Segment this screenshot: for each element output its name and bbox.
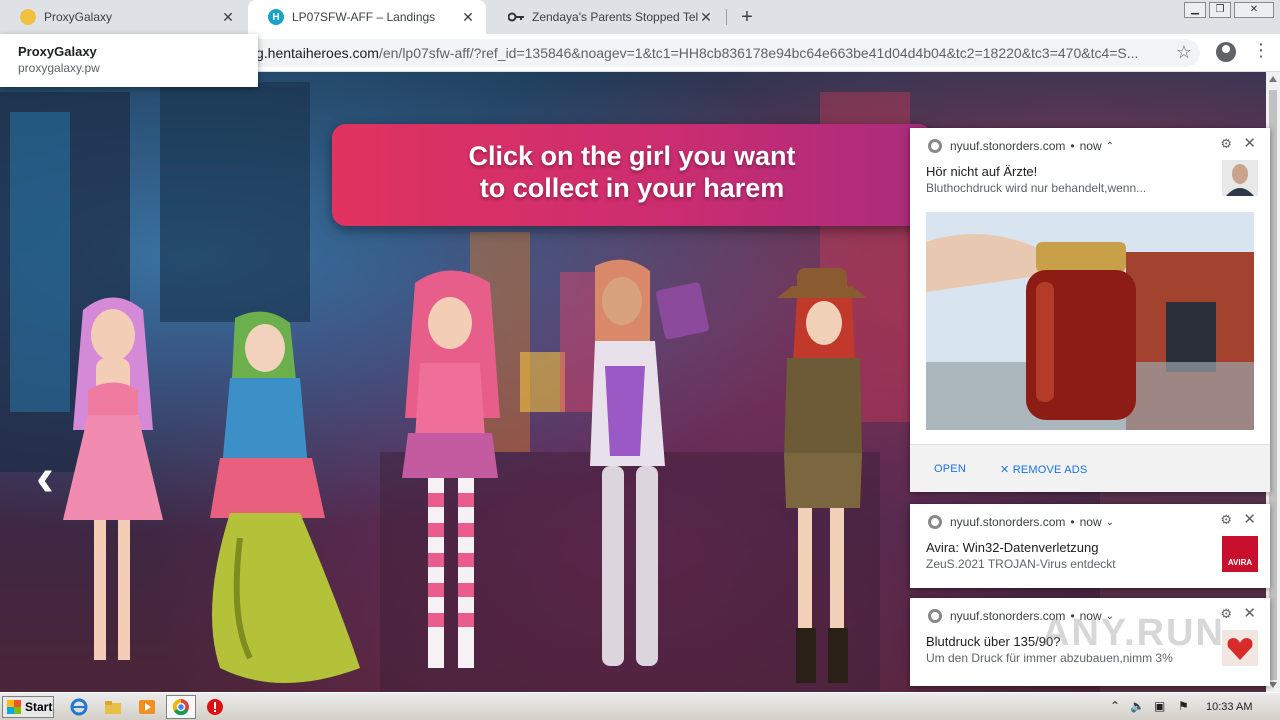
separator-dot: •	[1070, 515, 1075, 529]
taskbar-chrome-button[interactable]	[166, 695, 196, 719]
character-bodysuit-book[interactable]	[570, 256, 720, 686]
chrome-icon	[928, 515, 942, 529]
notification-actions: OPEN ✕ REMOVE ADS	[910, 444, 1270, 492]
tab-separator	[726, 9, 727, 25]
windows-logo-icon	[7, 700, 21, 714]
new-tab-button[interactable]: +	[736, 6, 758, 28]
previous-arrow-icon[interactable]: ‹	[36, 446, 54, 508]
chrome-icon	[172, 698, 189, 716]
chrome-icon	[928, 139, 942, 153]
screen: ProxyGalaxy ✕ H LP07SFW-AFF – Landings ✕…	[0, 0, 1280, 720]
notification-message: Bluthochdruck wird nur behandelt,wenn...	[926, 181, 1147, 195]
ie-icon[interactable]	[70, 698, 88, 716]
scrollbar-thumb[interactable]	[1269, 90, 1277, 680]
instruction-banner: Click on the girl you want to collect in…	[332, 124, 932, 226]
notification-avira[interactable]: nyuuf.stonorders.com • now ⌄ ⚙ ✕ Avira: …	[910, 504, 1270, 588]
separator-dot: •	[1070, 139, 1075, 153]
flag-icon[interactable]: ⚑	[1178, 699, 1189, 713]
tab-landings[interactable]: H LP07SFW-AFF – Landings ✕	[248, 0, 486, 34]
close-icon[interactable]: ✕	[1243, 604, 1256, 622]
notification-header: nyuuf.stonorders.com • now ⌃	[928, 139, 1114, 153]
system-clock[interactable]: 10:33 AM	[1206, 701, 1252, 713]
tab-title: LP07SFW-AFF – Landings	[292, 10, 436, 24]
address-bar[interactable]: g.hentaiheroes.com/en/lp07sfw-aff/?ref_i…	[230, 39, 1200, 67]
notification-arzte[interactable]: nyuuf.stonorders.com • now ⌃ ⚙ ✕ Hör nic…	[910, 128, 1270, 492]
window-close-button[interactable]: ✕	[1234, 2, 1274, 18]
url-domain: g.hentaiheroes.com	[256, 45, 379, 61]
menu-dots-icon[interactable]: ⋮	[1252, 40, 1270, 61]
notification-message: ZeuS.2021 TROJAN-Virus entdeckt	[926, 557, 1116, 571]
close-icon[interactable]: ✕	[220, 9, 236, 25]
notification-header: nyuuf.stonorders.com • now ⌄	[928, 515, 1114, 529]
tray-expand-icon[interactable]: ⌃	[1110, 699, 1120, 713]
banner-line-1: Click on the girl you want	[468, 141, 796, 171]
maximize-button[interactable]: ❐	[1209, 2, 1231, 18]
tab-proxygalaxy[interactable]: ProxyGalaxy ✕	[0, 0, 246, 34]
chrome-icon	[928, 609, 942, 623]
notification-time: now	[1079, 515, 1102, 529]
galaxy-icon	[20, 9, 36, 25]
bookmark-star-icon[interactable]: ☆	[1176, 42, 1192, 63]
avira-logo-text: AVIRA	[1227, 558, 1253, 567]
network-icon[interactable]: ▣	[1154, 699, 1165, 713]
close-icon[interactable]: ✕	[1243, 510, 1256, 528]
character-striped-stockings[interactable]	[380, 268, 520, 688]
character-pink-dress[interactable]	[58, 290, 168, 680]
watermark-logo: ANY.RUN	[1042, 612, 1225, 654]
notification-title: Blutdruck über 135/90?	[926, 634, 1061, 649]
close-icon[interactable]: ✕	[1243, 134, 1256, 152]
gear-icon[interactable]: ⚙	[1220, 136, 1232, 152]
tab-title: ProxyGalaxy	[44, 10, 113, 24]
stop-icon[interactable]	[206, 698, 224, 716]
start-label: Start	[25, 700, 53, 714]
notification-source: nyuuf.stonorders.com	[950, 515, 1066, 529]
avira-logo-icon: AVIRA	[1222, 536, 1258, 572]
scroll-up-icon[interactable]	[1269, 76, 1277, 82]
h-logo-icon: H	[268, 9, 284, 25]
remove-ads-button[interactable]: ✕ REMOVE ADS	[1000, 463, 1087, 476]
taskbar: Start ⌃ 🔈 ▣ ⚑ 10:33 AM	[0, 692, 1280, 720]
volume-icon[interactable]: 🔈	[1130, 699, 1145, 713]
notification-title: Avira: Win32-Datenverletzung	[926, 540, 1099, 555]
gear-icon[interactable]: ⚙	[1220, 512, 1232, 528]
banner-line-2: to collect in your harem	[479, 173, 785, 203]
url-text: g.hentaiheroes.com/en/lp07sfw-aff/?ref_i…	[256, 45, 1156, 61]
notification-time: now	[1079, 139, 1102, 153]
folder-icon[interactable]	[104, 698, 122, 716]
chevron-down-icon[interactable]: ⌄	[1106, 517, 1114, 528]
tab-hover-card: ProxyGalaxy proxygalaxy.pw	[0, 34, 258, 87]
minimize-button[interactable]: ▁	[1184, 2, 1206, 18]
remove-ads-label: REMOVE ADS	[1012, 464, 1088, 476]
tab-title: Zendaya's Parents Stopped Telling H	[532, 10, 698, 24]
url-path: /en/lp07sfw-aff/?ref_id=135846&noagev=1&…	[378, 45, 1139, 61]
close-icon[interactable]: ✕	[460, 9, 476, 25]
profile-avatar-icon[interactable]	[1216, 42, 1236, 62]
heart-thumbnail	[1222, 630, 1258, 666]
media-player-icon[interactable]	[138, 698, 156, 716]
doctor-thumbnail	[1222, 160, 1258, 196]
tab-zendaya[interactable]: Zendaya's Parents Stopped Telling H ✕	[488, 0, 724, 34]
close-icon[interactable]: ✕	[698, 9, 714, 25]
honey-jar-image	[926, 212, 1254, 430]
key-icon	[508, 9, 524, 25]
character-lamia[interactable]	[190, 308, 370, 688]
open-button[interactable]: OPEN	[934, 463, 966, 475]
scroll-down-icon[interactable]	[1269, 682, 1277, 688]
chevron-up-icon[interactable]: ⌃	[1106, 141, 1114, 152]
start-button[interactable]: Start	[2, 696, 54, 718]
banner-text: Click on the girl you want to collect in…	[332, 140, 932, 204]
hover-card-title: ProxyGalaxy	[18, 44, 97, 59]
tab-bar: ProxyGalaxy ✕ H LP07SFW-AFF – Landings ✕…	[0, 0, 1280, 34]
close-icon: ✕	[1000, 464, 1013, 476]
notification-title: Hör nicht auf Ärzte!	[926, 164, 1038, 179]
character-explorer[interactable]	[772, 268, 872, 688]
notification-source: nyuuf.stonorders.com	[950, 139, 1066, 153]
hover-card-host: proxygalaxy.pw	[18, 61, 100, 75]
